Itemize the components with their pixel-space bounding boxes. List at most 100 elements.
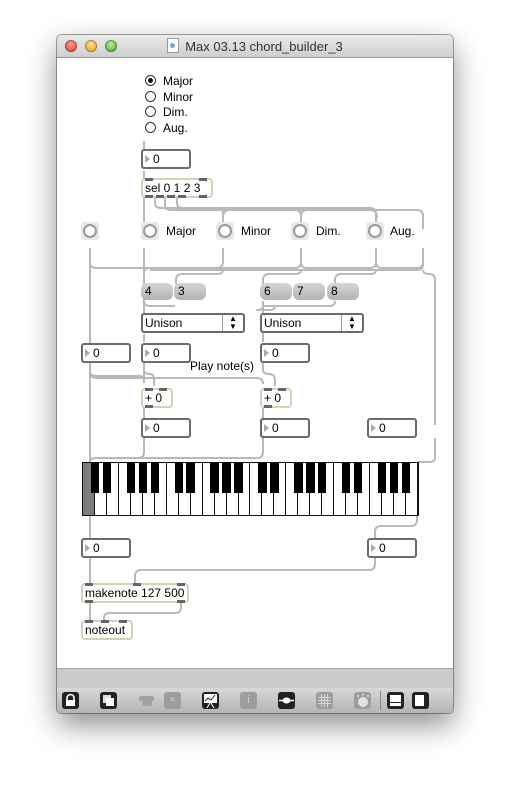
radio-option-dim[interactable]: Dim. — [145, 105, 188, 120]
presentation-icon[interactable] — [202, 692, 219, 709]
cord — [176, 195, 377, 229]
new-object-icon[interactable] — [100, 692, 117, 709]
patch-cord-icon[interactable] — [278, 692, 295, 709]
number-box-aug[interactable]: 0 — [367, 418, 417, 438]
patcher-window: Max 03.13 chord_builder_3 Major Minor Di… — [57, 35, 453, 713]
clue-icon[interactable] — [138, 692, 155, 709]
patch-canvas[interactable]: Major Minor Dim. Aug. 0 sel 0 1 2 3 Majo… — [57, 58, 453, 668]
black-key-A-sharp[interactable] — [401, 463, 411, 493]
menu-value: Unison — [145, 316, 183, 330]
cord — [175, 269, 224, 284]
radio-option-aug[interactable]: Aug. — [145, 121, 188, 136]
comment-play-notes: Play note(s) — [190, 359, 255, 373]
add-object-right[interactable]: + 0 — [260, 388, 292, 408]
black-key-F-sharp[interactable] — [126, 463, 136, 493]
makenote-object[interactable]: makenote 127 500 — [81, 583, 189, 603]
cord — [374, 515, 418, 538]
radio-button[interactable] — [145, 91, 156, 102]
radio-button[interactable] — [145, 106, 156, 117]
message-box[interactable]: 3 — [174, 283, 206, 300]
bang-button-dim[interactable] — [291, 222, 309, 240]
message-box[interactable]: 6 — [260, 283, 292, 300]
number-box-sum-left[interactable]: 0 — [141, 418, 191, 438]
number-triangle-icon — [145, 155, 150, 163]
cord — [263, 300, 336, 307]
bang-button-minor[interactable] — [216, 222, 234, 240]
message-box[interactable]: 8 — [327, 283, 359, 300]
outlet — [167, 195, 175, 198]
sel-object[interactable]: sel 0 1 2 3 — [141, 178, 213, 198]
add-object-left[interactable]: + 0 — [141, 388, 173, 408]
black-key-G-sharp[interactable] — [222, 463, 231, 493]
black-key-G-sharp[interactable] — [306, 463, 315, 493]
black-key-D-sharp[interactable] — [186, 463, 195, 493]
number-box-kbd-right[interactable]: 0 — [367, 538, 417, 558]
lock-icon[interactable] — [62, 692, 79, 709]
radio-label: Minor — [163, 90, 194, 104]
piano-keyboard[interactable] — [82, 462, 419, 516]
right-panel-icon[interactable] — [412, 692, 429, 709]
object-text: + 0 — [145, 391, 163, 405]
cord — [96, 438, 264, 459]
cord — [89, 248, 224, 269]
inlet — [177, 583, 185, 586]
delete-icon[interactable]: × — [164, 692, 181, 709]
number-box-minor[interactable]: 0 — [260, 343, 310, 363]
toolbar-separator — [380, 691, 381, 710]
radio-option-major[interactable]: Major — [145, 74, 193, 89]
inlet — [145, 388, 153, 391]
number-value: 0 — [93, 346, 100, 360]
number-box-radio[interactable]: 0 — [141, 149, 191, 169]
black-key-C-sharp[interactable] — [258, 463, 267, 493]
interval-menu-right[interactable]: Unison ▲ ▼ — [260, 313, 364, 333]
black-key-D-sharp[interactable] — [270, 463, 279, 493]
number-value: 0 — [153, 152, 160, 166]
radio-button[interactable] — [145, 75, 156, 86]
dsp-icon[interactable] — [354, 692, 371, 709]
inlet — [119, 620, 127, 623]
black-key-C-sharp[interactable] — [174, 463, 183, 493]
number-box-left[interactable]: 0 — [81, 343, 131, 363]
black-key-G-sharp[interactable] — [138, 463, 147, 493]
object-text: + 0 — [264, 391, 282, 405]
black-key-D-sharp[interactable] — [102, 463, 112, 493]
black-key-D-sharp[interactable] — [353, 463, 363, 493]
bottom-panel-icon[interactable] — [387, 692, 404, 709]
number-triangle-icon — [145, 349, 150, 357]
black-key-F-sharp[interactable] — [294, 463, 303, 493]
number-box-major[interactable]: 0 — [141, 343, 191, 363]
outlet — [145, 195, 153, 198]
black-key-F-sharp[interactable] — [210, 463, 219, 493]
updown-arrows-icon: ▲ ▼ — [341, 315, 362, 331]
info-icon[interactable]: i — [240, 692, 257, 709]
radio-button[interactable] — [145, 122, 156, 133]
number-triangle-icon — [145, 424, 150, 432]
radio-label: Dim. — [163, 105, 188, 119]
black-key-G-sharp[interactable] — [389, 463, 399, 493]
bang-button[interactable] — [81, 222, 99, 240]
outlet — [177, 600, 185, 603]
message-box[interactable]: 7 — [293, 283, 325, 300]
number-value: 0 — [93, 541, 100, 555]
number-box-sum-right[interactable]: 0 — [260, 418, 310, 438]
number-box-kbd-left[interactable]: 0 — [81, 538, 131, 558]
cord — [134, 556, 376, 584]
title-bar[interactable]: Max 03.13 chord_builder_3 — [57, 35, 453, 58]
bang-button-major[interactable] — [141, 222, 159, 240]
black-key-A-sharp[interactable] — [234, 463, 243, 493]
black-key-A-sharp[interactable] — [150, 463, 159, 493]
grid-icon[interactable] — [316, 692, 333, 709]
noteout-object[interactable]: noteout — [81, 620, 133, 640]
black-key-C-sharp[interactable] — [90, 463, 100, 493]
number-value: 0 — [153, 421, 160, 435]
inlet — [85, 620, 93, 623]
message-box[interactable]: 4 — [141, 283, 173, 300]
number-value: 0 — [272, 421, 279, 435]
radio-option-minor[interactable]: Minor — [145, 90, 193, 105]
bang-button-aug[interactable] — [366, 222, 384, 240]
status-strip — [57, 668, 453, 689]
black-key-F-sharp[interactable] — [377, 463, 387, 493]
black-key-C-sharp[interactable] — [342, 463, 351, 493]
black-key-A-sharp[interactable] — [318, 463, 327, 493]
interval-menu-left[interactable]: Unison ▲ ▼ — [141, 313, 245, 333]
